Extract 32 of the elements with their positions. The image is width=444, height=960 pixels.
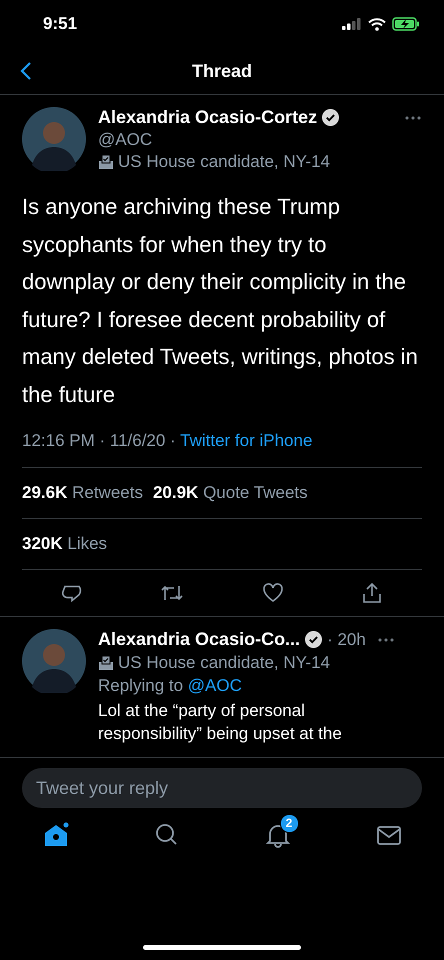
author-name[interactable]: Alexandria Ocasio-Cortez xyxy=(98,107,318,128)
avatar-icon[interactable] xyxy=(22,107,86,171)
more-icon[interactable] xyxy=(376,636,395,642)
status-time: 9:51 xyxy=(43,14,78,34)
share-icon[interactable] xyxy=(361,582,384,604)
page-title: Thread xyxy=(192,60,252,82)
signal-icon xyxy=(342,18,362,30)
tweet-timestamp: 12:16 PM · 11/6/20 · xyxy=(22,431,177,450)
heart-icon[interactable] xyxy=(262,582,284,604)
reply-time: · 20h xyxy=(327,630,366,650)
mention-link[interactable]: @AOC xyxy=(188,676,242,695)
replying-label: Replying to xyxy=(98,676,184,695)
reply-field[interactable]: Tweet your reply xyxy=(22,768,422,808)
author-handle[interactable]: @AOC xyxy=(98,130,392,150)
stat-link[interactable]: 320K Likes xyxy=(22,534,108,554)
profile-label: US House candidate, NY-14 xyxy=(118,152,330,172)
wifi-icon xyxy=(368,18,386,30)
home-icon[interactable] xyxy=(42,822,68,848)
author-name[interactable]: Alexandria Ocasio-Co... xyxy=(98,629,300,650)
battery-charging-icon xyxy=(392,17,420,31)
notification-badge: 2 xyxy=(280,814,298,833)
more-icon[interactable] xyxy=(404,115,422,121)
ballot-box-icon xyxy=(98,154,114,170)
stat-link[interactable]: 29.6K Retweets xyxy=(22,483,143,503)
avatar-icon[interactable] xyxy=(22,629,86,693)
reply-text: Lol at the “party of personal responsibility” being upset at the xyxy=(98,700,343,745)
profile-label: US House candidate, NY-14 xyxy=(118,653,330,673)
stat-link[interactable]: 20.9K Quote Tweets xyxy=(152,483,308,503)
ballot-box-icon xyxy=(98,655,114,671)
back-icon[interactable] xyxy=(20,61,32,81)
source-link[interactable]: Twitter for iPhone xyxy=(180,431,312,450)
tweet-text: Is anyone archiving these Trump sycophants for when they try to downplay or deny their complicity in the future? I foresee decent probability of many deleted Tweets, writings, photos in the future xyxy=(22,193,419,408)
